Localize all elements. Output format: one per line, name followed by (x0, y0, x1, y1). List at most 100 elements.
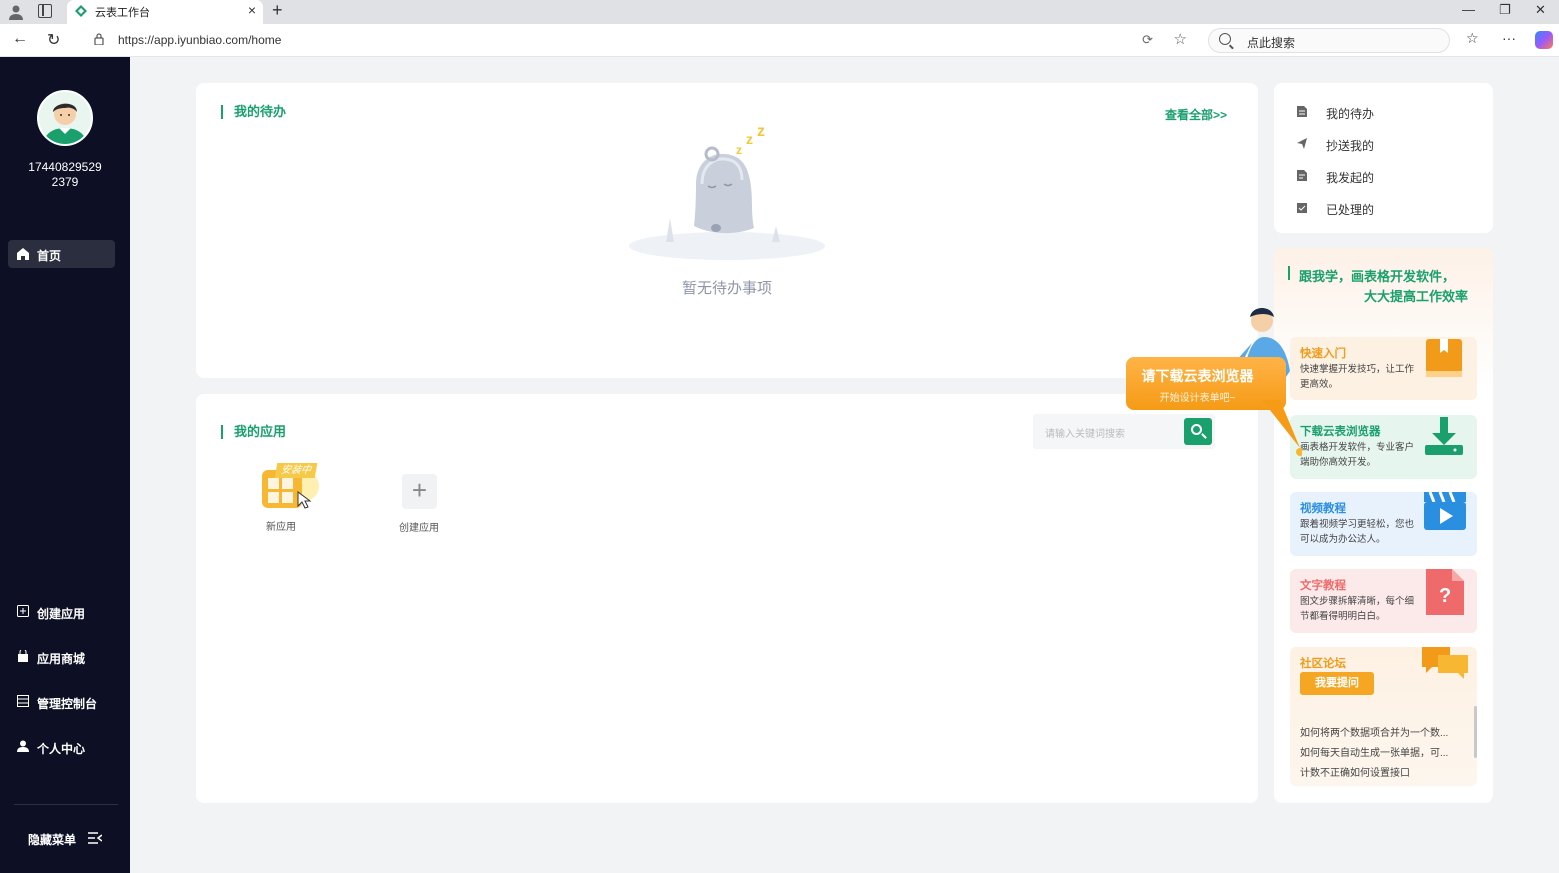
app-tile-label: 创建应用 (399, 523, 439, 534)
lock-icon (94, 33, 104, 45)
workspaces-icon[interactable] (38, 4, 52, 18)
resource-card-desc: 跟着视频学习更轻松，您也可以成为办公达人。 (1300, 519, 1415, 545)
resource-card-video[interactable]: 视频教程 跟着视频学习更轻松，您也可以成为办公达人。 (1290, 491, 1477, 556)
restore-icon[interactable]: ❐ (1499, 2, 1511, 18)
svg-text:z: z (746, 131, 753, 147)
avatar-person-icon (39, 92, 91, 144)
profile-icon[interactable] (8, 4, 24, 20)
url-text: https://app.iyunbiao.com/home (118, 33, 282, 47)
send-icon (1297, 138, 1307, 149)
back-icon[interactable]: ← (12, 30, 28, 48)
ask-question-button[interactable]: 我要提问 (1300, 672, 1374, 695)
console-icon (17, 695, 29, 707)
url-field[interactable]: https://app.iyunbiao.com/home ⟳ ☆ (82, 28, 1197, 53)
resource-card-download-browser[interactable]: 下载云表浏览器 画表格开发软件，专业客户端助你高效开发。 (1290, 415, 1477, 479)
todo-title: 我的待办 (221, 105, 286, 119)
promo-title-line2: 大大提高工作效率 (1364, 289, 1469, 304)
chat-bubbles-icon (1422, 647, 1468, 679)
resource-card-title: 视频教程 (1300, 503, 1346, 515)
empty-todo-text: 暂无待办事项 (682, 280, 773, 297)
resource-card-quickstart[interactable]: 快速入门 快速掌握开发技巧，让工作更高效。 (1290, 337, 1477, 400)
svg-text:z: z (736, 143, 742, 157)
bubble-pointer-icon (1262, 400, 1302, 456)
avatar[interactable] (37, 90, 93, 146)
book-icon (1426, 339, 1462, 377)
resource-card-title: 快速入门 (1300, 348, 1346, 360)
store-icon (18, 650, 28, 662)
quick-link-label: 我的待办 (1326, 107, 1375, 121)
sidebar-item-label: 应用商城 (37, 652, 86, 666)
refresh-page-icon[interactable]: ⟳ (1142, 32, 1153, 48)
download-bubble-subtitle: 开始设计表单吧~ (1159, 393, 1236, 404)
app-search-button[interactable] (1184, 418, 1212, 445)
forum-scrollbar[interactable] (1474, 706, 1477, 758)
refresh-icon[interactable]: ↻ (47, 30, 60, 50)
browser-tab-bar: 云表工作台 × + — ❐ ✕ (0, 0, 1559, 24)
home-icon (17, 248, 29, 260)
collapse-menu-icon[interactable] (88, 832, 102, 844)
app-search-placeholder: 请输入关键词搜索 (1045, 429, 1125, 440)
svg-text:?: ? (1439, 585, 1451, 607)
search-icon (1191, 424, 1202, 435)
video-play-icon (1424, 491, 1466, 530)
new-tab-icon[interactable]: + (272, 0, 283, 21)
create-app-tile[interactable]: + (402, 474, 437, 509)
resource-card-desc: 图文步骤拆解清晰，每个细节都看得明明白白。 (1300, 596, 1415, 622)
user-icon (17, 740, 29, 752)
user-id-line1: 17440829529 (28, 160, 102, 174)
initiated-doc-icon (1297, 170, 1307, 181)
quick-link-label: 抄送我的 (1326, 139, 1375, 153)
promo-title-bar (1288, 266, 1290, 280)
address-bar-row: ← ↻ https://app.iyunbiao.com/home ⟳ ☆ 点此… (0, 24, 1559, 57)
apps-title: 我的应用 (221, 425, 286, 439)
download-bubble-title: 请下载云表浏览器 (1141, 368, 1254, 384)
download-icon (1425, 417, 1463, 455)
apps-card (196, 394, 1258, 803)
sidebar-item-home[interactable]: 首页 (8, 240, 115, 268)
user-id-line2: 2379 (51, 175, 79, 189)
search-icon (1219, 33, 1231, 45)
browser-search-placeholder: 点此搜索 (1247, 36, 1296, 50)
installing-badge: 安装中 (274, 463, 318, 478)
forum-question-link[interactable]: 计数不正确如何设置接口 (1300, 764, 1410, 779)
forum-question-link[interactable]: 如何每天自动生成一张单据，可... (1300, 744, 1448, 759)
sidebar-item-label: 创建应用 (37, 607, 86, 621)
resource-card-desc: 画表格开发软件，专业客户端助你高效开发。 (1300, 442, 1415, 468)
browser-search-input[interactable]: 点此搜索 (1208, 28, 1450, 53)
resource-card-title: 下载云表浏览器 (1300, 426, 1381, 438)
favorite-star-icon[interactable]: ☆ (1174, 30, 1187, 48)
resource-card-desc: 快速掌握开发技巧，让工作更高效。 (1300, 364, 1415, 390)
plus-icon: + (411, 475, 428, 505)
resource-card-text-tutorial[interactable]: 文字教程 图文步骤拆解清晰，每个细节都看得明明白白。 ? (1290, 569, 1477, 633)
close-window-icon[interactable]: ✕ (1535, 2, 1546, 18)
quick-link-label: 已处理的 (1326, 203, 1375, 217)
sidebar-item-label: 管理控制台 (37, 697, 98, 711)
processed-icon (1297, 203, 1307, 213)
resource-card-title: 社区论坛 (1300, 658, 1346, 670)
browser-tab-active[interactable]: 云表工作台 × (67, 0, 263, 24)
promo-title-line1: 跟我学，画表格开发软件， (1299, 269, 1456, 284)
sidebar-divider (14, 804, 118, 805)
app-search-input[interactable]: 请输入关键词搜索 (1033, 414, 1215, 449)
sidebar-item-label: 首页 (37, 249, 62, 263)
close-tab-icon[interactable]: × (248, 2, 256, 18)
minimize-icon[interactable]: — (1462, 2, 1475, 17)
app-tile-label: 新应用 (266, 522, 296, 533)
app-tile-new-app[interactable]: 安装中 (262, 462, 320, 510)
sidebar: 17440829529 2379 首页 创建应用 应用商城 管理控制台 个人中心… (0, 57, 130, 873)
app-add-icon (17, 605, 29, 617)
favorites-icon[interactable]: ☆ (1466, 30, 1479, 47)
copilot-icon[interactable] (1535, 31, 1553, 49)
hide-menu-button[interactable]: 隐藏菜单 (28, 831, 76, 848)
sleeping-bell-illustration: z z z (629, 124, 825, 260)
yunbiao-favicon-icon (75, 5, 87, 17)
search-icon-handle (1201, 433, 1207, 439)
document-question-icon: ? (1426, 569, 1464, 615)
resource-card-title: 文字教程 (1300, 580, 1346, 592)
svg-text:z: z (757, 124, 765, 140)
quick-link-label: 我发起的 (1326, 171, 1375, 185)
forum-question-link[interactable]: 如何将两个数据项合并为一个数... (1300, 724, 1448, 739)
more-menu-icon[interactable]: ··· (1502, 30, 1516, 46)
view-all-link[interactable]: 查看全部>> (1165, 106, 1227, 123)
todo-doc-icon (1297, 106, 1307, 117)
